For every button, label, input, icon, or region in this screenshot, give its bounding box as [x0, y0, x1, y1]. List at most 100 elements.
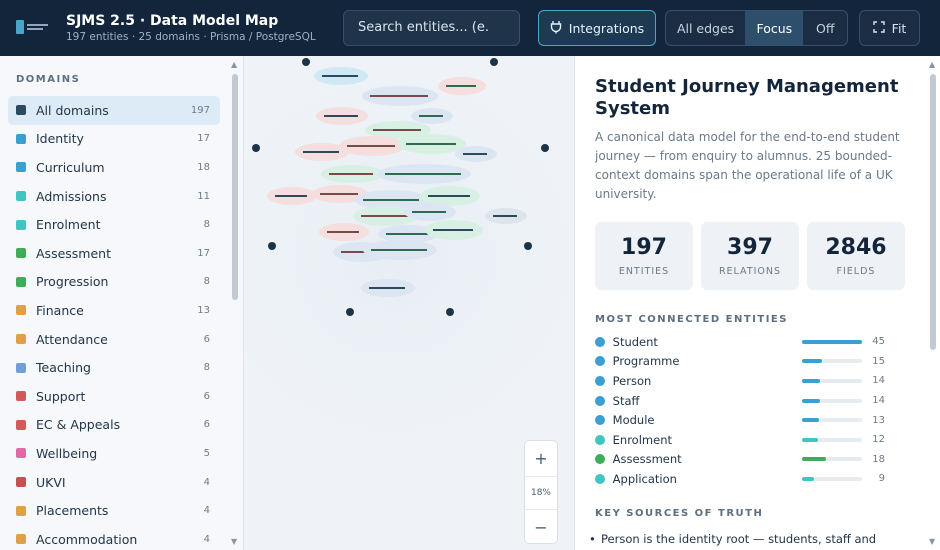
connection-bar [801, 418, 862, 423]
fit-button[interactable]: Fit [859, 10, 920, 46]
connected-item[interactable]: Programme 15 [595, 352, 885, 372]
domain-item-enrolment[interactable]: Enrolment 8 [8, 210, 220, 239]
search-input[interactable]: Search entities... (e. [343, 10, 520, 46]
domain-swatch [16, 133, 26, 144]
domain-swatch [16, 477, 26, 488]
connected-item[interactable]: Student 45 [595, 332, 885, 352]
connected-item[interactable]: Application 9 [595, 469, 885, 489]
connection-count: 9 [878, 473, 885, 485]
scroll-up-arrow-icon[interactable]: ▲ [231, 60, 237, 69]
edge-mode-all[interactable]: All edges [666, 11, 745, 45]
entity-dot [595, 375, 605, 386]
entity-dot [595, 454, 605, 465]
domain-swatch [16, 391, 26, 402]
domain-item-ec-appeals[interactable]: EC & Appeals 6 [8, 411, 220, 440]
top-bar: SJMS 2.5 · Data Model Map 197 entities ·… [0, 0, 940, 56]
resize-handle[interactable] [268, 242, 276, 250]
sidebar-scroll-thumb[interactable] [232, 74, 238, 300]
domain-label: Admissions [36, 188, 107, 204]
connection-bar [801, 457, 862, 462]
edge-mode-off[interactable]: Off [803, 11, 847, 45]
domain-label: Enrolment [36, 217, 101, 233]
entity-label-placeholder [446, 85, 476, 87]
connected-item[interactable]: Staff 14 [595, 391, 885, 411]
app-subtitle: 197 entities · 25 domains · Prisma / Pos… [66, 31, 316, 43]
connected-item[interactable]: Assessment 18 [595, 450, 885, 470]
entity-label-placeholder [369, 287, 405, 289]
domain-item-finance[interactable]: Finance 13 [8, 296, 220, 325]
entity-name: Programme [612, 354, 680, 369]
sidebar-scrollbar[interactable]: ▲ ▼ [229, 56, 241, 550]
domain-label: Progression [36, 274, 109, 290]
domain-item-teaching[interactable]: Teaching 8 [8, 353, 220, 382]
domain-label: Finance [36, 302, 84, 318]
domain-count: 8 [203, 219, 210, 231]
stats-row: 197 ENTITIES 397 RELATIONS 2846 FIELDS [595, 222, 905, 290]
domain-item-placements[interactable]: Placements 4 [8, 496, 220, 525]
entity-label-placeholder [386, 233, 428, 235]
domain-item-curriculum[interactable]: Curriculum 18 [8, 153, 220, 182]
domain-swatch [16, 419, 26, 430]
domain-swatch [16, 534, 26, 545]
connection-bar-fill [801, 418, 820, 423]
connection-bar-fill [801, 398, 821, 403]
entity-label-placeholder [370, 95, 428, 97]
connection-bar-fill [801, 457, 826, 462]
domain-count: 6 [203, 390, 210, 402]
domain-swatch [16, 276, 26, 287]
zoom-in-button[interactable]: + [525, 441, 557, 476]
edge-mode-focus[interactable]: Focus [745, 11, 804, 45]
domain-item-all[interactable]: All domains 197 [8, 96, 220, 125]
connection-bar-fill [801, 437, 818, 442]
stat-value: 2846 [825, 235, 887, 260]
domain-item-ukvi[interactable]: UKVI 4 [8, 468, 220, 497]
panel-scrollbar[interactable]: ▲ ▼ [927, 56, 939, 550]
domain-item-support[interactable]: Support 6 [8, 382, 220, 411]
domain-item-assessment[interactable]: Assessment 17 [8, 239, 220, 268]
connected-item[interactable]: Module 13 [595, 410, 885, 430]
fit-label: Fit [891, 20, 907, 36]
domain-label: EC & Appeals [36, 417, 121, 433]
domain-item-identity[interactable]: Identity 17 [8, 125, 220, 154]
resize-handle[interactable] [252, 144, 260, 152]
domain-count: 4 [203, 533, 210, 545]
domain-swatch [16, 219, 26, 230]
entity-name: Module [612, 413, 655, 428]
domain-item-attendance[interactable]: Attendance 6 [8, 325, 220, 354]
scroll-up-arrow-icon[interactable]: ▲ [929, 60, 935, 69]
domain-item-wellbeing[interactable]: Wellbeing 5 [8, 439, 220, 468]
domain-count: 4 [203, 505, 210, 517]
resize-handle[interactable] [524, 242, 532, 250]
zoom-out-button[interactable]: − [525, 510, 557, 545]
domain-count: 6 [203, 419, 210, 431]
domain-item-progression[interactable]: Progression 8 [8, 268, 220, 297]
entity-dot [595, 395, 605, 406]
scroll-down-arrow-icon[interactable]: ▼ [231, 537, 237, 546]
entity-dot [595, 415, 605, 426]
domain-count: 8 [203, 276, 210, 288]
entity-dot [595, 473, 605, 484]
domain-item-accommodation[interactable]: Accommodation 4 [8, 525, 220, 550]
entity-label-placeholder [385, 173, 461, 175]
domain-sidebar: DOMAINS All domains 197 Identity 17 Curric… [0, 56, 244, 550]
connected-item[interactable]: Enrolment 12 [595, 430, 885, 450]
connection-bar-fill [801, 476, 814, 481]
resize-handle[interactable] [346, 308, 354, 316]
domain-label: UKVI [36, 474, 66, 490]
entity-label-placeholder [329, 173, 373, 175]
domain-item-admissions[interactable]: Admissions 11 [8, 182, 220, 211]
entity-label-placeholder [303, 151, 339, 153]
entity-label-placeholder [406, 143, 456, 145]
domain-count: 18 [197, 161, 210, 173]
panel-scroll-thumb[interactable] [930, 74, 936, 350]
integrations-button[interactable]: Integrations [538, 10, 656, 46]
entity-name: Assessment [612, 452, 682, 467]
scroll-down-arrow-icon[interactable]: ▼ [929, 537, 935, 546]
connected-item[interactable]: Person 14 [595, 371, 885, 391]
domain-count: 5 [203, 447, 210, 459]
resize-handle[interactable] [490, 58, 498, 66]
model-canvas[interactable]: + 18% − [244, 56, 574, 550]
resize-handle[interactable] [302, 58, 310, 66]
resize-handle[interactable] [446, 308, 454, 316]
resize-handle[interactable] [541, 144, 549, 152]
